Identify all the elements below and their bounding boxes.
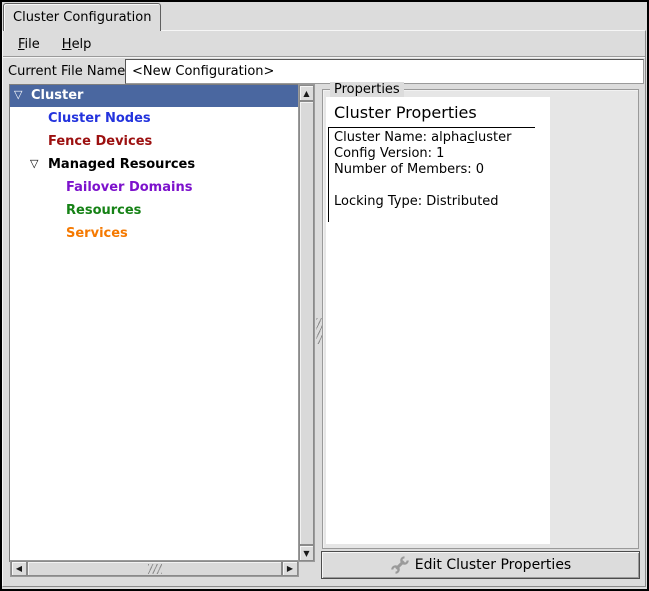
properties-frame-label: Properties (330, 82, 404, 97)
current-file-name-label: Current File Name: (8, 58, 130, 84)
tree-label: Failover Domains (66, 180, 192, 195)
tree-vertical-scrollbar[interactable]: ▲ ▼ (298, 84, 315, 562)
edit-cluster-properties-button[interactable]: Edit Cluster Properties (321, 551, 640, 579)
expander-icon[interactable]: ▽ (30, 157, 38, 170)
tree-label: Cluster Nodes (48, 111, 151, 126)
tab-cluster-configuration[interactable]: Cluster Configuration (3, 3, 161, 31)
expander-icon[interactable]: ▽ (14, 88, 22, 101)
current-file-name-input[interactable] (125, 59, 644, 84)
cluster-name-value: Cluster Name: alphacluster (334, 130, 535, 146)
tree-horizontal-scrollbar[interactable]: ◀ ▶ (10, 560, 299, 577)
number-of-members-value: Number of Members: 0 (334, 162, 535, 178)
app-window: Cluster Configuration File Help Current … (0, 0, 649, 591)
tree-label: Services (66, 226, 128, 241)
properties-heading: Cluster Properties (334, 103, 550, 122)
tree-label: Managed Resources (48, 157, 195, 172)
menu-bar: File Help (3, 32, 645, 57)
horizontal-scrollbar-thumb[interactable] (27, 561, 282, 576)
tree-label: Fence Devices (48, 134, 152, 149)
properties-frame: Cluster Properties Cluster Name: alphacl… (322, 89, 639, 549)
menu-file[interactable]: File (14, 35, 44, 54)
up-arrow-icon[interactable]: ▲ (299, 85, 314, 101)
properties-panel: Cluster Properties Cluster Name: alphacl… (326, 97, 550, 544)
left-arrow-icon[interactable]: ◀ (11, 561, 27, 576)
tab-label: Cluster Configuration (13, 10, 151, 25)
edit-button-label: Edit Cluster Properties (415, 557, 571, 573)
cluster-tree: ▽ Cluster Cluster Nodes Fence Devices ▽ … (9, 84, 300, 562)
tree-label: Resources (66, 203, 141, 218)
locking-type-value: Locking Type: Distributed (334, 194, 535, 210)
grip-icon (148, 564, 162, 574)
down-arrow-icon[interactable]: ▼ (299, 545, 314, 561)
right-arrow-icon[interactable]: ▶ (282, 561, 298, 576)
wrench-icon (390, 555, 410, 575)
properties-block: Cluster Name: alphacluster Config Versio… (328, 127, 535, 222)
tree-row-failover-domains[interactable]: Failover Domains (10, 177, 299, 199)
tree-label: Cluster (31, 88, 83, 103)
tree-row-managed-resources[interactable]: ▽ Managed Resources (10, 154, 299, 176)
tree-row-cluster[interactable]: ▽ Cluster (10, 85, 299, 107)
spacer (334, 178, 535, 194)
vertical-scrollbar-thumb[interactable] (299, 101, 314, 545)
menu-help[interactable]: Help (58, 35, 96, 54)
tree-row-services[interactable]: Services (10, 223, 299, 245)
tree-row-fence-devices[interactable]: Fence Devices (10, 131, 299, 153)
tree-row-cluster-nodes[interactable]: Cluster Nodes (10, 108, 299, 130)
tree-row-resources[interactable]: Resources (10, 200, 299, 222)
config-version-value: Config Version: 1 (334, 146, 535, 162)
